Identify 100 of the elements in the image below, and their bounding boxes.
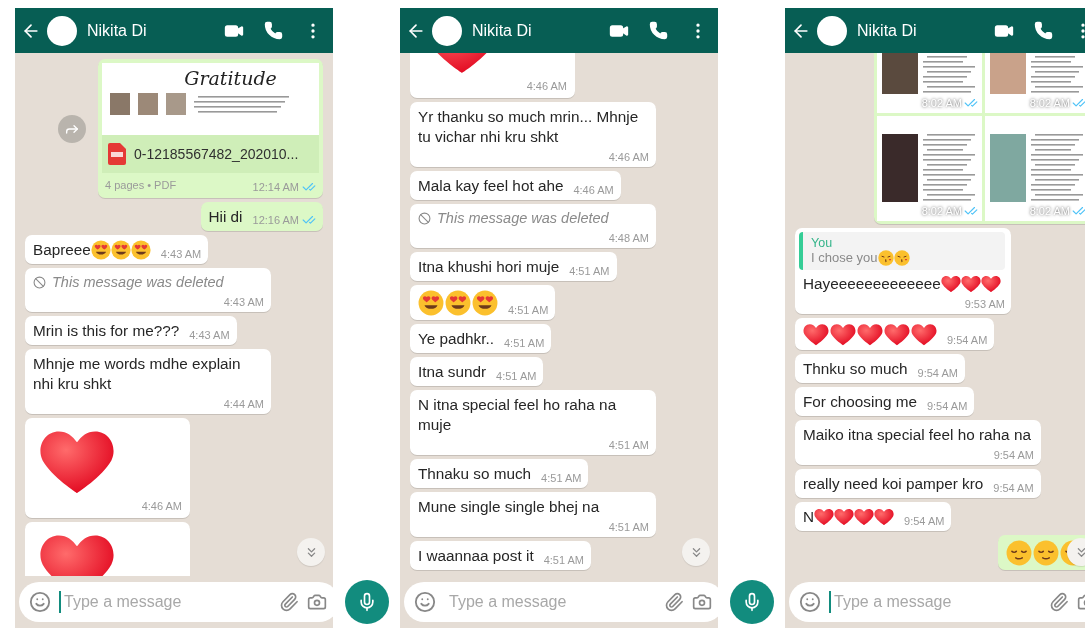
quote-author: You	[811, 235, 834, 250]
message-text: Mala kay feel hot ahe	[418, 176, 564, 196]
image-time: 8:02 AM	[1029, 96, 1070, 109]
document-message[interactable]: Gratitude 0-12185567482_202010... 4 pages • PDF 12:14 AM	[98, 59, 323, 198]
message-input[interactable]: Type a message	[829, 591, 1041, 613]
photo-placeholder	[990, 134, 1026, 203]
document-preview-title: Gratitude	[184, 67, 277, 89]
message-input[interactable]: Type a message	[59, 591, 271, 613]
message-time: 4:51 AM	[508, 304, 549, 316]
image-time: 8:02 AM	[921, 96, 962, 109]
microphone-button[interactable]	[730, 580, 774, 624]
message-text: Mune single single bhej na	[418, 497, 600, 517]
emoji-icon[interactable]	[799, 591, 821, 613]
heart-icon	[874, 508, 895, 526]
image-thumbnail[interactable]: 8:02 AM	[985, 115, 1085, 221]
contact-name[interactable]: Nikita Di	[87, 21, 218, 40]
attachment-icon[interactable]	[1049, 592, 1069, 612]
message-time: 4:51 AM	[608, 521, 649, 533]
quote-text: I chose you	[811, 250, 878, 266]
message-text: Thnaku so much	[418, 464, 532, 484]
message-input[interactable]: Type a message	[444, 591, 656, 613]
message-text: Ye padhkr..	[418, 329, 494, 349]
message-time: 4:43 AM	[189, 329, 230, 341]
message-text: N	[803, 507, 815, 527]
message-field[interactable]: Type a message	[789, 582, 1085, 622]
text-lines-drawing	[923, 133, 975, 204]
camera-icon[interactable]	[307, 592, 327, 612]
message-time: 4:46 AM	[526, 80, 567, 92]
emoji-icon[interactable]	[29, 591, 51, 613]
contact-avatar[interactable]	[817, 15, 847, 46]
phone-icon[interactable]	[649, 21, 668, 40]
message-text: Thnku so much	[803, 359, 908, 379]
message-time: 4:51 AM	[504, 337, 545, 349]
smiling-face-icon	[1006, 540, 1032, 566]
message-text: Mrin is this for me???	[33, 321, 180, 341]
message-text: Mhnje me words mdhe explain nhi kru shkt	[33, 354, 242, 394]
image-time: 8:02 AM	[921, 204, 962, 217]
message-text: Itna sundr	[418, 362, 487, 382]
heart-icon	[960, 274, 981, 293]
photo-placeholder	[166, 93, 186, 115]
kissing-face-icon	[877, 249, 894, 266]
photo-placeholder	[138, 93, 158, 115]
contact-avatar[interactable]	[432, 15, 462, 46]
heart-icon	[834, 508, 855, 526]
message-text: For choosing me	[803, 392, 917, 412]
file-name: 0-12185567482_202010...	[134, 146, 299, 162]
camera-icon[interactable]	[692, 592, 712, 612]
image-album-message[interactable]: 8:02 AM 8:02 AM 8:02 AM 8:02 AM	[874, 53, 1085, 224]
message-time: 9:53 AM	[964, 297, 1005, 310]
heart-icon	[854, 508, 875, 526]
emoji-icon[interactable]	[414, 591, 436, 613]
message-text: Bapreee	[33, 240, 91, 260]
kissing-face-icon	[893, 249, 910, 266]
message-time: 4:51 AM	[543, 554, 584, 566]
heart-eyes-face-icon	[472, 290, 498, 316]
blocked-icon	[33, 276, 46, 289]
photo-placeholder	[110, 93, 130, 115]
contact-avatar[interactable]	[47, 15, 77, 46]
phone-icon[interactable]	[1034, 21, 1053, 40]
document-info: 4 pages • PDF	[105, 179, 178, 191]
contact-name[interactable]: Nikita Di	[472, 21, 603, 40]
contact-name[interactable]: Nikita Di	[857, 21, 988, 40]
message-text: Maiko itna special feel ho raha na	[803, 425, 1031, 445]
deleted-message-text: This message was deleted	[52, 273, 224, 292]
message-time: 4:51 AM	[541, 472, 582, 484]
heart-eyes-face-icon	[130, 240, 151, 260]
phone-icon[interactable]	[264, 21, 283, 40]
message-text: Yr thanku so much mrin... Mhnje tu vichar nhi kru shkt	[418, 107, 640, 147]
heart-icon	[830, 322, 856, 346]
message-time: 9:54 AM	[917, 367, 958, 379]
smiling-face-icon	[1033, 540, 1059, 566]
message-time: 4:43 AM	[223, 296, 264, 308]
image-thumbnail[interactable]: 8:02 AM	[985, 53, 1085, 113]
message-time: 4:46 AM	[608, 151, 649, 163]
microphone-button[interactable]	[345, 580, 389, 624]
message-text: I waannaa post it	[418, 546, 534, 566]
message-text: Itna khushi hori muje	[418, 257, 560, 277]
message-time: 12:16 AM	[252, 214, 299, 226]
image-thumbnail[interactable]: 8:02 AM	[877, 53, 982, 113]
message-text: Hayeeeeeeeeeeeee	[803, 273, 941, 294]
message-time: 4:43 AM	[160, 248, 202, 260]
heart-icon	[911, 322, 937, 346]
message-time: 4:44 AM	[223, 398, 264, 410]
message-time: 9:54 AM	[993, 482, 1034, 494]
message-time: 4:51 AM	[569, 265, 610, 277]
attachment-icon[interactable]	[664, 592, 684, 612]
heart-icon	[803, 322, 829, 346]
attachment-icon[interactable]	[279, 592, 299, 612]
heart-eyes-face-icon	[418, 290, 444, 316]
image-thumbnail[interactable]: 8:02 AM	[877, 115, 982, 221]
message-time: 4:46 AM	[573, 184, 614, 196]
heart-eyes-face-icon	[445, 290, 471, 316]
message-time: 4:46 AM	[141, 500, 182, 513]
heart-icon	[884, 322, 910, 346]
microphone-icon	[742, 592, 762, 612]
heart-icon	[980, 274, 1001, 293]
heart-icon	[857, 322, 883, 346]
message-time: 9:54 AM	[947, 334, 988, 346]
message-text: N itna special feel ho raha na muje	[418, 395, 618, 435]
text-lines-drawing	[1031, 133, 1083, 204]
